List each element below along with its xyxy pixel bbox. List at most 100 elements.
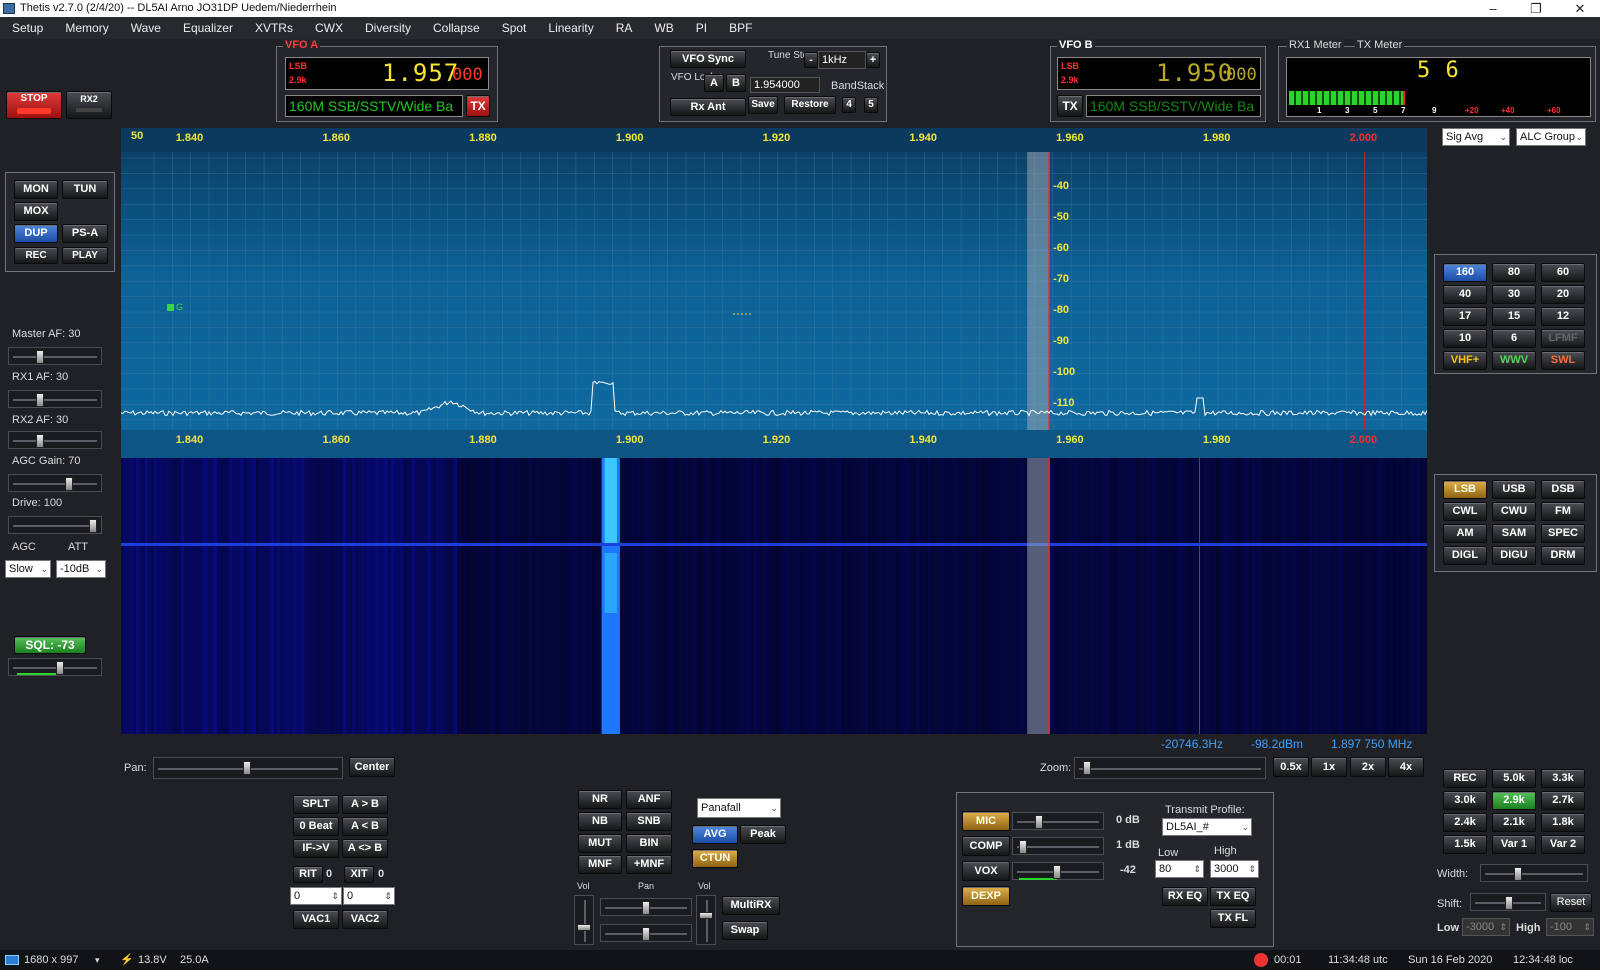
xit-button[interactable]: XIT: [344, 866, 374, 883]
if-to-v-button[interactable]: IF->V: [293, 839, 339, 858]
multirx-button[interactable]: MultiRX: [722, 896, 780, 915]
zero-beat-button[interactable]: 0 Beat: [293, 817, 339, 836]
filter-2-1k-button[interactable]: 2.1k: [1492, 813, 1536, 832]
rx-ant-button[interactable]: Rx Ant: [670, 98, 746, 116]
tx-filter-button[interactable]: TX FL: [1210, 909, 1256, 928]
filter-rec-button[interactable]: REC: [1443, 769, 1487, 788]
mode-usb-button[interactable]: USB: [1492, 480, 1536, 499]
tx-high-input[interactable]: 3000 ⇕: [1210, 860, 1259, 878]
vfo-a-tx-button[interactable]: TX: [466, 95, 490, 117]
agc-select[interactable]: Slow ⌄: [5, 560, 51, 578]
filter-5-0k-button[interactable]: 5.0k: [1492, 769, 1536, 788]
band-10-button[interactable]: 10: [1443, 329, 1487, 348]
menu-memory[interactable]: Memory: [65, 21, 108, 35]
menu-linearity[interactable]: Linearity: [548, 21, 593, 35]
comp-slider[interactable]: [1012, 837, 1104, 855]
menu-cwx[interactable]: CWX: [315, 21, 343, 35]
drive-slider[interactable]: [8, 516, 102, 534]
mode-sam-button[interactable]: SAM: [1492, 524, 1536, 543]
band-80-button[interactable]: 80: [1492, 263, 1536, 282]
filter-width-slider[interactable]: [1480, 864, 1588, 882]
band-30-button[interactable]: 30: [1492, 285, 1536, 304]
filter-high-input[interactable]: -100 ⇕: [1546, 918, 1594, 936]
vox-slider[interactable]: [1012, 862, 1104, 880]
filter-2-4k-button[interactable]: 2.4k: [1443, 813, 1487, 832]
rec-button[interactable]: REC: [14, 247, 58, 264]
panadapter[interactable]: 50 G 1.840 1.840 1.860 1.860 1.880 1.880 1.900…: [121, 128, 1427, 458]
mode-digu-button[interactable]: DIGU: [1492, 546, 1536, 565]
ps-a-button[interactable]: PS-A: [62, 224, 108, 243]
tx-eq-button[interactable]: TX EQ: [1210, 887, 1256, 906]
restore-button[interactable]: Restore: [784, 96, 836, 114]
split-button[interactable]: SPLT: [293, 795, 339, 814]
menu-spot[interactable]: Spot: [502, 21, 527, 35]
menu-pi[interactable]: PI: [696, 21, 707, 35]
menu-wave[interactable]: Wave: [131, 21, 161, 35]
agc-gain-slider[interactable]: [8, 474, 102, 492]
filter-2-9k-button[interactable]: 2.9k: [1492, 791, 1536, 810]
tune-step-value[interactable]: 1kHz: [818, 51, 866, 69]
mic-gain-slider[interactable]: [1012, 812, 1104, 830]
bandstack-5-button[interactable]: 5: [864, 97, 878, 113]
band-160-button[interactable]: 160: [1443, 263, 1487, 282]
rx-meter-select[interactable]: Sig Avg ⌄: [1442, 128, 1510, 146]
save-button[interactable]: Save: [748, 96, 778, 114]
mode-cwl-button[interactable]: CWL: [1443, 502, 1487, 521]
mnf-button[interactable]: MNF: [578, 855, 622, 874]
band-lfmf-button[interactable]: LFMF: [1541, 329, 1585, 348]
band-40-button[interactable]: 40: [1443, 285, 1487, 304]
transmit-profile-select[interactable]: DL5AI_# ⌄: [1162, 818, 1252, 836]
rx1-pan-slider[interactable]: [600, 898, 692, 916]
band-wwv-button[interactable]: WWV: [1492, 351, 1536, 370]
rx1-af-slider[interactable]: [8, 390, 102, 408]
band-swl-button[interactable]: SWL: [1541, 351, 1585, 370]
band-60-button[interactable]: 60: [1541, 263, 1585, 282]
mode-am-button[interactable]: AM: [1443, 524, 1487, 543]
zoom-4x-button[interactable]: 4x: [1388, 757, 1424, 777]
zoom-1x-button[interactable]: 1x: [1311, 757, 1347, 777]
tune-step-minus[interactable]: -: [804, 52, 818, 68]
menu-collapse[interactable]: Collapse: [433, 21, 480, 35]
mox-button[interactable]: MOX: [14, 202, 58, 221]
filter-low-input[interactable]: -3000 ⇕: [1462, 918, 1510, 936]
band-6-button[interactable]: 6: [1492, 329, 1536, 348]
snb-button[interactable]: SNB: [626, 812, 672, 831]
filter-var-1-button[interactable]: Var 1: [1492, 835, 1536, 854]
menu-wb[interactable]: WB: [654, 21, 673, 35]
zoom-0-5x-button[interactable]: 0.5x: [1273, 757, 1309, 777]
band-15-button[interactable]: 15: [1492, 307, 1536, 326]
mute-button[interactable]: MUT: [578, 834, 622, 853]
mon-button[interactable]: MON: [14, 180, 58, 199]
xit-input[interactable]: 0 ⇕: [343, 887, 395, 905]
mic-button[interactable]: MIC: [962, 811, 1010, 831]
bandstack-4-button[interactable]: 4: [842, 97, 856, 113]
rx2-pan-slider[interactable]: [600, 924, 692, 942]
chevron-down-icon[interactable]: ▾: [95, 950, 100, 970]
tune-step-plus[interactable]: +: [866, 52, 880, 68]
att-select[interactable]: -10dB ⌄: [56, 560, 106, 578]
filter-3-3k-button[interactable]: 3.3k: [1541, 769, 1585, 788]
mode-dsb-button[interactable]: DSB: [1541, 480, 1585, 499]
plus-mnf-button[interactable]: +MNF: [626, 855, 672, 874]
rx2-vol-slider[interactable]: [696, 895, 716, 945]
rit-button[interactable]: RIT: [293, 866, 323, 883]
vfo-lock-b-button[interactable]: B: [726, 74, 746, 92]
vfo-b-tx-button[interactable]: TX: [1057, 95, 1083, 117]
vac2-button[interactable]: VAC2: [342, 910, 388, 929]
minimize-button[interactable]: –: [1475, 0, 1511, 17]
vfo-a-frequency[interactable]: 1.957: [382, 59, 459, 87]
stop-button[interactable]: STOP: [6, 91, 62, 119]
filter-1-8k-button[interactable]: 1.8k: [1541, 813, 1585, 832]
center-button[interactable]: Center: [349, 757, 395, 777]
dup-button[interactable]: DUP: [14, 224, 58, 243]
master-af-slider[interactable]: [8, 347, 102, 365]
rx2-af-slider[interactable]: [8, 431, 102, 449]
filter-reset-button[interactable]: Reset: [1550, 893, 1592, 912]
zoom-slider[interactable]: [1074, 757, 1266, 779]
tun-button[interactable]: TUN: [62, 180, 108, 199]
peak-button[interactable]: Peak: [740, 825, 786, 844]
maximize-button[interactable]: ❐: [1518, 0, 1554, 17]
nr-button[interactable]: NR: [578, 790, 622, 809]
swap-button[interactable]: Swap: [722, 921, 768, 940]
rit-input[interactable]: 0 ⇕: [290, 887, 342, 905]
